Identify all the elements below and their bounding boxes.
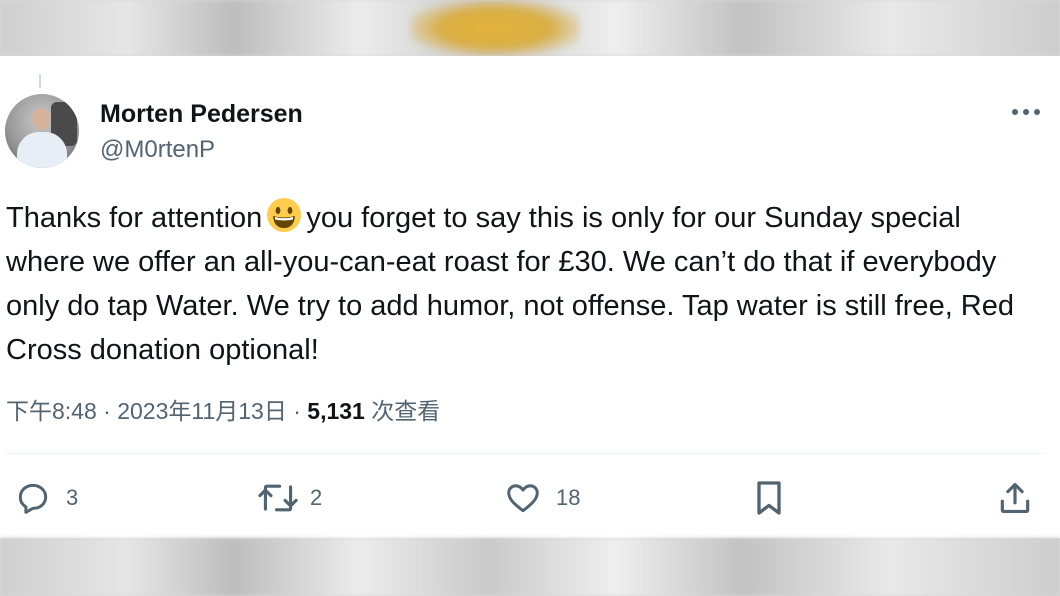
author-name[interactable]: Morten Pedersen: [100, 100, 303, 129]
tweet-date[interactable]: 2023年11月13日: [117, 398, 287, 424]
thread-connector-line: [39, 74, 41, 88]
blurred-background-bottom: [0, 538, 1060, 596]
meta-separator: ·: [103, 398, 111, 424]
tweet-text: Thanks for attention you forget to say t…: [6, 196, 1046, 372]
share-button[interactable]: [996, 476, 1034, 520]
more-options-button[interactable]: [1008, 100, 1044, 124]
reply-icon: [18, 483, 48, 514]
retweet-count: 2: [310, 485, 323, 510]
tweet-time[interactable]: 下午8:48: [6, 398, 97, 424]
more-icon: [1012, 109, 1040, 115]
like-icon: [507, 484, 539, 513]
reply-button[interactable]: 3: [14, 476, 78, 520]
views-count[interactable]: 5,131: [307, 398, 365, 424]
retweet-button[interactable]: 2: [256, 476, 322, 520]
share-icon: [1000, 482, 1030, 514]
bookmark-button[interactable]: [752, 476, 786, 520]
tweet-text-part-1: Thanks for attention: [6, 202, 263, 234]
meta-separator: ·: [293, 398, 301, 424]
action-bar: 3 2 18: [0, 476, 1060, 520]
tweet-card: Morten Pedersen @M0rtenP Thanks for atte…: [0, 56, 1060, 538]
retweet-icon: [258, 484, 298, 512]
reply-count: 3: [66, 485, 79, 510]
blurred-background-highlight: [410, 0, 580, 56]
like-button[interactable]: 18: [504, 476, 580, 520]
views-label: 次查看: [371, 398, 441, 424]
divider: [6, 453, 1044, 454]
avatar[interactable]: [5, 94, 79, 168]
like-count: 18: [556, 485, 581, 510]
author-handle[interactable]: @M0rtenP: [100, 136, 215, 164]
bookmark-icon: [757, 481, 781, 515]
tweet-metadata: 下午8:48 · 2023年11月13日 · 5,131 次查看: [6, 392, 440, 426]
grinning-face-emoji: [267, 198, 302, 232]
